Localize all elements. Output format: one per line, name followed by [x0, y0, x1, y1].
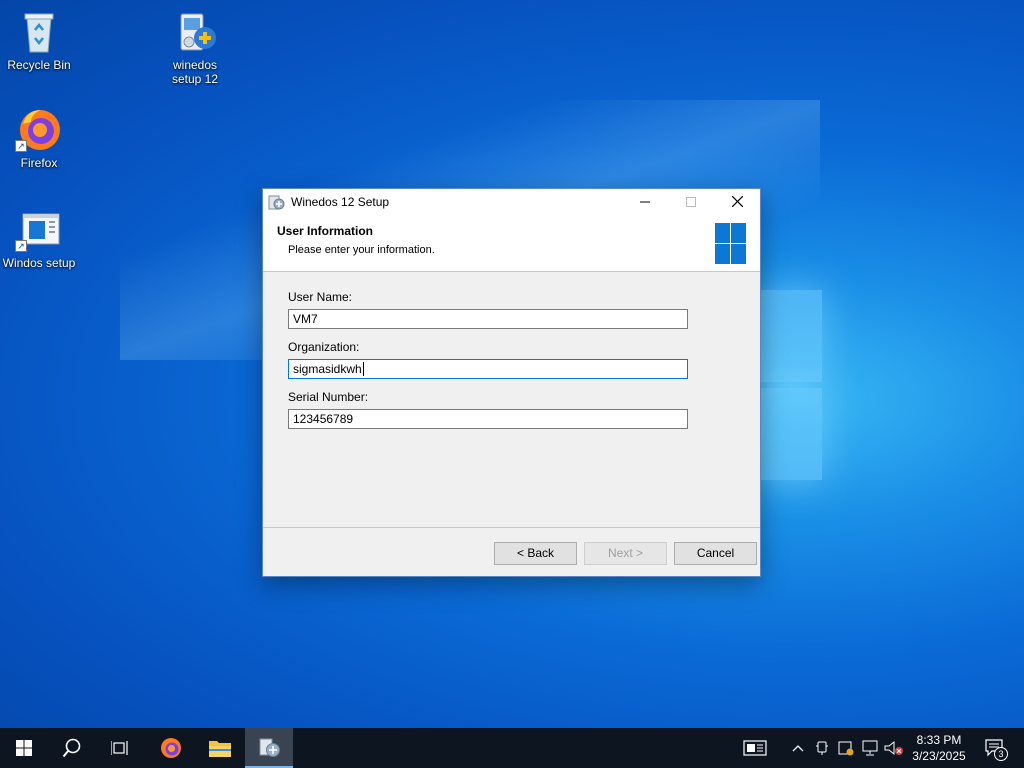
news-widget-button[interactable] [738, 728, 772, 768]
taskbar-setup-app[interactable] [245, 728, 293, 768]
text-cursor [362, 362, 364, 376]
network-button[interactable] [860, 728, 882, 768]
task-view-icon [111, 741, 128, 755]
tray-security-button[interactable] [836, 728, 856, 768]
serial-number-input[interactable]: 123456789 [288, 409, 688, 429]
back-button[interactable]: < Back [494, 542, 577, 565]
news-icon [743, 740, 767, 756]
close-button[interactable] [714, 189, 760, 214]
cancel-button[interactable]: Cancel [674, 542, 757, 565]
header-subtitle: Please enter your information. [288, 244, 435, 256]
dialog-body: User Name: VM7 Organization: sigmasidkwh… [263, 273, 760, 526]
clock-date: 3/23/2025 [912, 749, 966, 763]
taskbar-file-explorer[interactable] [196, 728, 244, 768]
desktop-icon-firefox[interactable]: ↗ Firefox [1, 106, 77, 170]
wallpaper-windows-logo [760, 290, 822, 480]
taskbar: 8:33 PM 3/23/2025 3 [0, 728, 1024, 768]
desktop-icon-winedos-setup[interactable]: winedos setup 12 [157, 8, 233, 86]
folder-icon [209, 741, 231, 757]
footer-divider [263, 527, 760, 528]
task-view-button[interactable] [96, 728, 144, 768]
organization-value: sigmasidkwh [293, 362, 362, 376]
volume-muted-icon [884, 740, 903, 756]
dialog-title: Winedos 12 Setup [291, 194, 390, 209]
setup-app-icon [259, 738, 280, 757]
firefox-icon [161, 738, 181, 758]
tray-device-button[interactable] [812, 728, 832, 768]
desktop-icon-label: Windos setup [2, 256, 76, 270]
network-icon [862, 740, 878, 756]
desktop-icon-windos-setup[interactable]: ↗ Windos setup [1, 206, 77, 270]
show-hidden-icons-button[interactable] [788, 728, 808, 768]
notification-count-badge: 3 [994, 747, 1008, 761]
next-button: Next > [584, 542, 667, 565]
setup-app-icon [267, 193, 285, 211]
desktop-icon-label: Recycle Bin [7, 58, 71, 72]
desktop-icon-recycle-bin[interactable]: Recycle Bin [1, 8, 77, 72]
organization-input[interactable]: sigmasidkwh [288, 359, 688, 379]
desktop-icon-label: winedos setup 12 [171, 58, 219, 86]
close-icon [731, 196, 743, 207]
clock-time: 8:33 PM [916, 733, 962, 747]
dialog-header: User Information Please enter your infor… [263, 214, 760, 272]
setup-window-icon: ↗ [15, 206, 63, 254]
maximize-button [668, 189, 714, 214]
taskbar-firefox[interactable] [147, 728, 195, 768]
action-center-button[interactable]: 3 [980, 728, 1010, 768]
volume-button[interactable] [883, 728, 905, 768]
minimize-button[interactable] [622, 189, 668, 214]
desktop-icon-label: Firefox [20, 156, 58, 170]
windows-start-icon [16, 740, 32, 756]
maximize-icon [686, 196, 696, 207]
setup-installer-icon [171, 8, 219, 56]
user-name-input[interactable]: VM7 [288, 309, 688, 329]
minimize-icon [640, 201, 650, 202]
windows-logo-icon [715, 223, 746, 264]
shortcut-arrow-icon: ↗ [15, 240, 27, 252]
serial-number-label: Serial Number: [288, 390, 369, 404]
header-title: User Information [277, 224, 374, 238]
setup-dialog: Winedos 12 Setup User Information Please… [262, 188, 761, 577]
search-icon [62, 738, 81, 758]
shortcut-arrow-icon: ↗ [15, 140, 27, 152]
user-name-label: User Name: [288, 290, 353, 304]
start-button[interactable] [0, 728, 48, 768]
search-button[interactable] [48, 728, 96, 768]
firefox-icon: ↗ [15, 106, 63, 154]
taskbar-clock[interactable]: 8:33 PM 3/23/2025 [904, 732, 974, 764]
chevron-up-icon [792, 745, 804, 752]
device-icon [816, 741, 828, 755]
dialog-titlebar[interactable]: Winedos 12 Setup [263, 189, 760, 214]
recycle-bin-icon [15, 8, 63, 56]
security-warning-icon [838, 741, 854, 756]
organization-label: Organization: [288, 340, 360, 354]
